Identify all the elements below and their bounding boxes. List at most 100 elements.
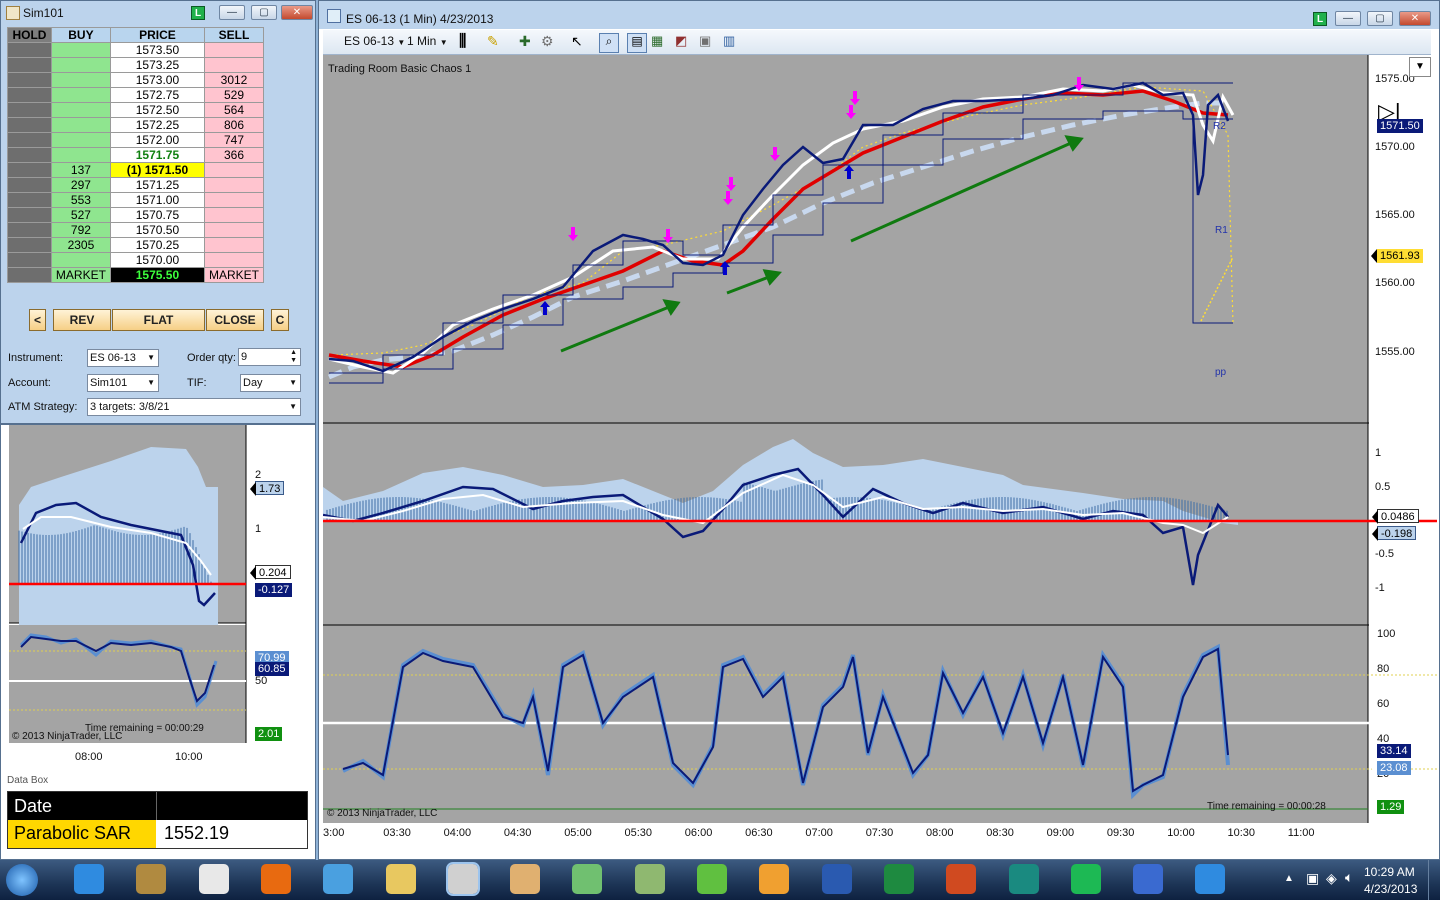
ninjatrader-icon[interactable] xyxy=(445,862,480,896)
bars-type-icon[interactable]: ⫼ xyxy=(459,33,477,51)
media-player-icon[interactable] xyxy=(260,864,291,894)
close-button[interactable]: ✕ xyxy=(1399,11,1431,26)
close-position-button[interactable]: CLOSE xyxy=(206,309,264,331)
file-explorer-icon[interactable] xyxy=(385,864,416,894)
clock-time[interactable]: 10:29 AM xyxy=(1364,865,1415,879)
scroll-left-button[interactable]: < xyxy=(29,309,46,331)
minimize-button[interactable]: — xyxy=(1335,11,1361,26)
game-icon[interactable] xyxy=(136,864,167,894)
sell-cell[interactable]: 366 xyxy=(204,147,264,163)
buy-cell[interactable] xyxy=(50,252,111,268)
show-hidden-icons[interactable]: ▲ xyxy=(1284,873,1294,884)
tif-select[interactable]: Day ▼ xyxy=(240,374,301,392)
sell-cell[interactable]: 3012 xyxy=(204,72,264,88)
show-desktop-button[interactable] xyxy=(1428,860,1440,900)
maximize-button[interactable]: ▢ xyxy=(1367,11,1393,26)
time-tag: 1.29 xyxy=(1370,800,1405,814)
network-icon[interactable]: ▣ xyxy=(1306,870,1319,887)
buy-cell[interactable]: 553 xyxy=(50,192,111,208)
market-buy-button[interactable]: MARKET xyxy=(50,267,111,283)
buy-cell[interactable]: 2305 xyxy=(50,237,111,253)
link-button[interactable]: L xyxy=(1313,12,1327,26)
publisher-icon[interactable] xyxy=(1008,864,1039,894)
money-icon[interactable] xyxy=(634,864,665,894)
reverse-button[interactable]: REV xyxy=(53,309,111,331)
market-sell-button[interactable]: MARKET xyxy=(204,267,264,283)
minimize-button[interactable]: — xyxy=(219,5,245,20)
sell-cell[interactable]: 564 xyxy=(204,102,264,118)
volume-icon[interactable]: 🔈︎ xyxy=(1345,869,1353,886)
snapshot-icon[interactable]: ▣ xyxy=(699,33,717,51)
strategy-icon[interactable]: ⚙ xyxy=(541,33,559,51)
close-button[interactable]: ✕ xyxy=(281,5,313,20)
cancel-orders-button[interactable]: C xyxy=(271,309,289,331)
clock-date[interactable]: 4/23/2013 xyxy=(1364,882,1417,896)
zoom-icon[interactable]: ⌕ xyxy=(599,33,619,53)
x-axis-tick: 04:00 xyxy=(443,827,472,839)
sell-cell[interactable]: 747 xyxy=(204,132,264,148)
buy-cell[interactable]: 297 xyxy=(50,177,111,193)
notepad-icon[interactable] xyxy=(198,864,229,894)
spinner-icon[interactable]: ▲ ▼ xyxy=(290,349,297,365)
link-button[interactable]: L xyxy=(191,6,205,20)
hold-cell xyxy=(7,132,52,148)
sell-cell[interactable] xyxy=(204,252,264,268)
internet-explorer-2-icon[interactable] xyxy=(1195,864,1226,894)
maximize-button[interactable]: ▢ xyxy=(251,5,277,20)
sell-cell[interactable] xyxy=(204,162,264,178)
buy-cell[interactable] xyxy=(50,102,111,118)
ladder-row: 1572.75 529 xyxy=(7,87,264,103)
pointer-icon[interactable]: ↖ xyxy=(571,33,589,51)
sell-cell[interactable] xyxy=(204,177,264,193)
instrument-select[interactable]: ES 06-13 ▼ xyxy=(87,349,159,367)
buy-cell[interactable]: 792 xyxy=(50,222,111,238)
price-cell: 1571.25 xyxy=(109,177,206,193)
sell-cell[interactable]: 529 xyxy=(204,87,264,103)
instrument-selector[interactable]: ES 06-13 ▼ xyxy=(344,34,405,48)
sell-cell[interactable] xyxy=(204,42,264,58)
sell-cell[interactable] xyxy=(204,222,264,238)
excel-icon[interactable] xyxy=(883,864,914,894)
pencil-icon[interactable]: ✎ xyxy=(487,33,505,51)
chart-trader-icon[interactable]: ▤ xyxy=(627,33,647,53)
account-select[interactable]: Sim101 ▼ xyxy=(87,374,159,392)
hold-cell xyxy=(7,102,52,118)
powerpoint-icon[interactable] xyxy=(946,864,977,894)
compass-icon[interactable] xyxy=(510,864,541,894)
buy-cell[interactable] xyxy=(50,132,111,148)
buy-cell[interactable]: 527 xyxy=(50,207,111,223)
chart-options-button[interactable]: ▼ xyxy=(1409,57,1431,77)
buy-cell[interactable] xyxy=(50,117,111,133)
properties-icon[interactable]: ▥ xyxy=(723,33,741,51)
sell-cell[interactable] xyxy=(204,192,264,208)
sell-cell[interactable] xyxy=(204,237,264,253)
word-icon[interactable] xyxy=(821,864,852,894)
main-chart-svg[interactable]: ▷| xyxy=(323,55,1437,825)
period-selector[interactable]: 1 Min ▼ xyxy=(407,34,448,48)
messenger-icon[interactable] xyxy=(323,864,354,894)
order-qty-input[interactable]: 9 ▲ ▼ xyxy=(238,348,301,366)
sell-cell[interactable]: 806 xyxy=(204,117,264,133)
internet-explorer-icon[interactable] xyxy=(74,864,104,894)
network-icon[interactable] xyxy=(572,864,603,894)
sell-cell[interactable] xyxy=(204,57,264,73)
buy-cell[interactable]: 137 xyxy=(50,162,111,178)
sell-cell[interactable] xyxy=(204,207,264,223)
data-series-icon[interactable]: ▦ xyxy=(651,33,669,51)
atm-strategy-select[interactable]: 3 targets: 3/8/21 ▼ xyxy=(87,398,301,416)
chart-style-icon[interactable]: ◩ xyxy=(675,33,693,51)
buy-cell[interactable] xyxy=(50,42,111,58)
start-icon[interactable] xyxy=(6,864,38,896)
flower-icon[interactable] xyxy=(1133,864,1164,894)
data-box-title: Data Box xyxy=(7,775,49,786)
buy-cell[interactable] xyxy=(50,72,111,88)
buy-cell[interactable] xyxy=(50,57,111,73)
buy-cell[interactable] xyxy=(50,87,111,103)
wifi-icon[interactable]: ◈ xyxy=(1326,870,1337,887)
spotify-icon[interactable] xyxy=(1070,864,1101,894)
outlook-icon[interactable] xyxy=(759,864,790,894)
flatten-button[interactable]: FLAT xyxy=(112,309,205,331)
games-icon[interactable] xyxy=(697,864,727,894)
buy-cell[interactable] xyxy=(50,147,111,163)
indicator-icon[interactable]: ✚ xyxy=(519,33,537,51)
